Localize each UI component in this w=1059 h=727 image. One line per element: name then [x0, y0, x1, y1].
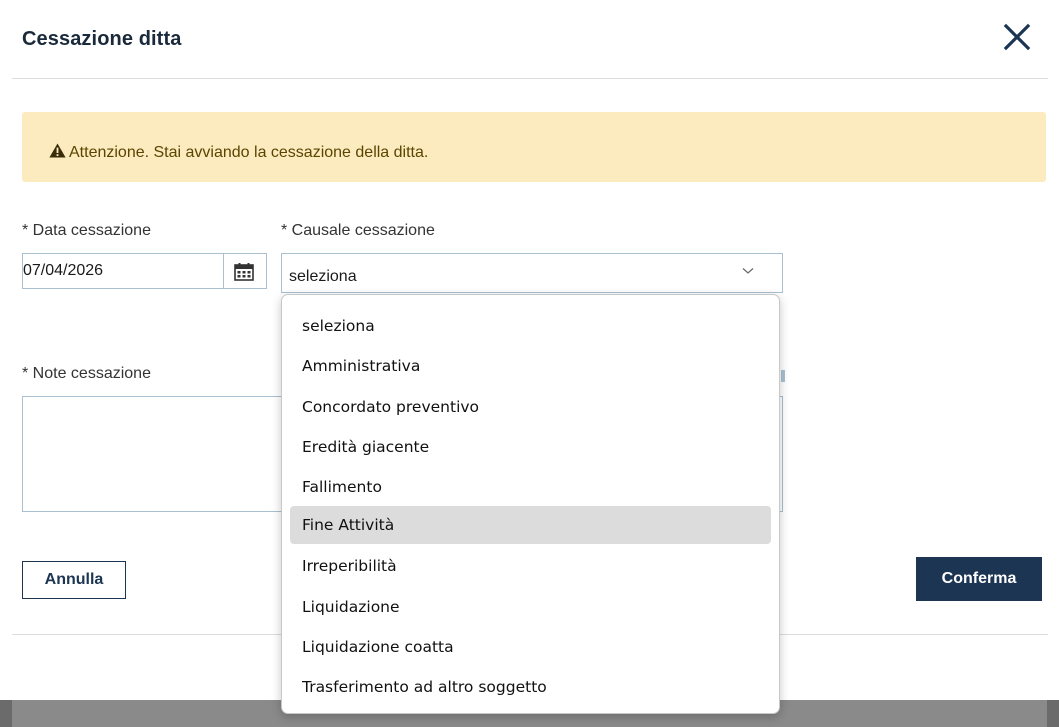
dropdown-option[interactable]: Concordato preventivo — [290, 388, 771, 426]
date-field-value: 07/04/2026 — [23, 262, 104, 279]
dropdown-option-highlighted[interactable]: Fine Attività — [290, 506, 771, 544]
warning-alert: Attenzione. Stai avviando la cessazione … — [22, 112, 1046, 182]
cessation-dialog: Cessazione ditta Attenzione. Stai avvian… — [0, 0, 1059, 727]
header-divider — [12, 78, 1048, 79]
cancel-button[interactable]: Annulla — [22, 561, 126, 599]
notes-corner-mark — [781, 370, 785, 382]
chevron-down-icon — [742, 268, 754, 274]
calendar-button[interactable] — [223, 253, 267, 289]
dropdown-option[interactable]: Trasferimento ad altro soggetto — [290, 668, 771, 706]
reason-dropdown-list[interactable]: seleziona Amministrativa Concordato prev… — [281, 294, 780, 714]
notes-label: * Note cessazione — [22, 365, 151, 382]
alert-message: Attenzione. Stai avviando la cessazione … — [69, 144, 429, 161]
dropdown-option[interactable]: Liquidazione — [290, 588, 771, 626]
dropdown-option[interactable]: seleziona — [290, 307, 771, 345]
dropdown-option[interactable]: Fallimento — [290, 468, 771, 506]
close-button[interactable] — [1002, 22, 1032, 52]
confirm-button[interactable]: Conferma — [916, 557, 1042, 601]
dropdown-option[interactable]: Liquidazione coatta — [290, 628, 771, 666]
close-icon — [1003, 23, 1031, 51]
calendar-icon — [234, 263, 254, 281]
warning-icon — [49, 143, 66, 158]
reason-select-value: seleziona — [289, 268, 357, 285]
dropdown-option[interactable]: Irreperibilità — [290, 547, 771, 585]
reason-select[interactable]: seleziona — [281, 253, 783, 293]
dialog-title: Cessazione ditta — [22, 28, 182, 50]
date-label: * Data cessazione — [22, 222, 151, 239]
dropdown-option[interactable]: Eredità giacente — [290, 428, 771, 466]
dropdown-option[interactable]: Amministrativa — [290, 347, 771, 385]
reason-label: * Causale cessazione — [281, 222, 435, 239]
